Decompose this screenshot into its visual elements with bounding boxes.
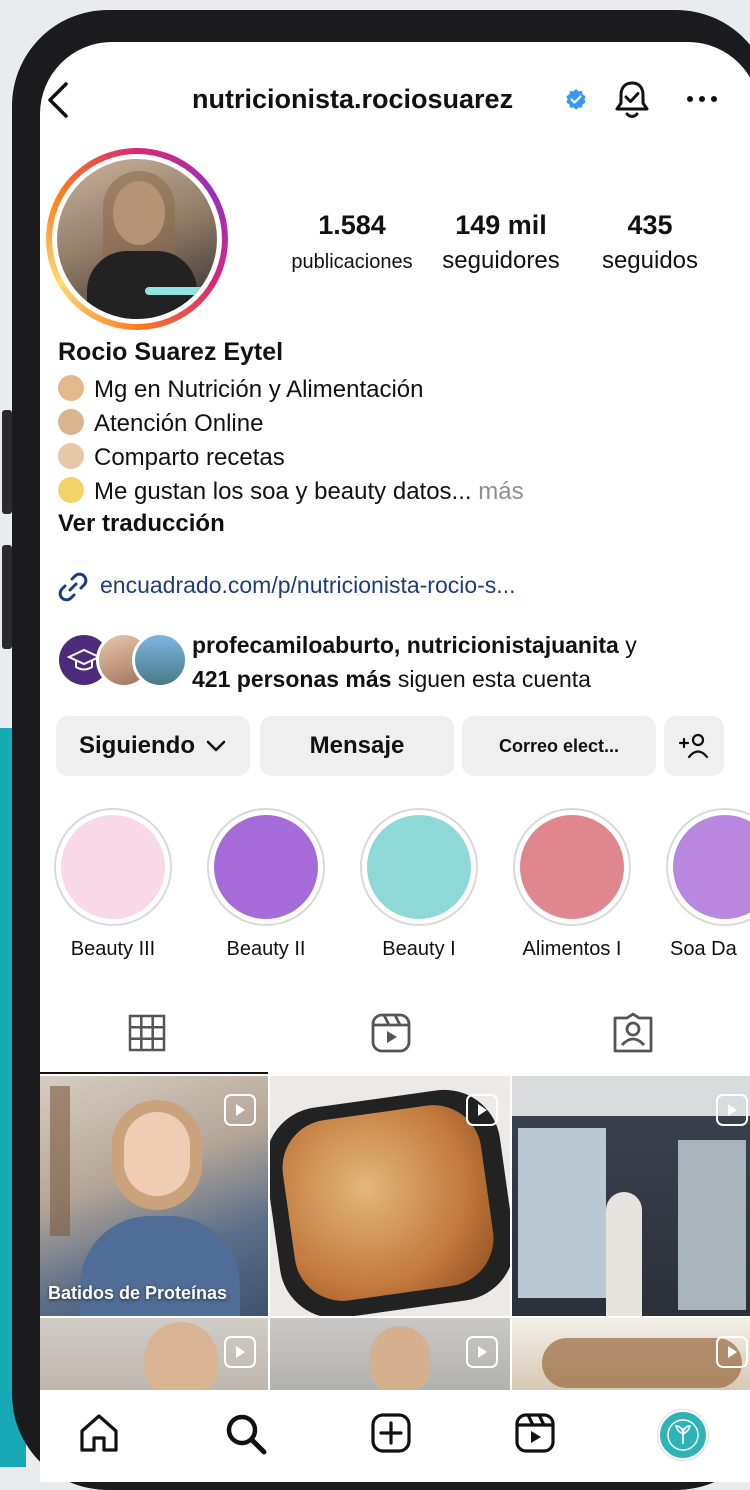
reel-icon xyxy=(716,1336,748,1368)
chevron-down-icon xyxy=(206,740,226,752)
grid-post[interactable] xyxy=(270,1318,510,1390)
posts-count: 1.584 xyxy=(318,210,386,240)
bio-line: Atención Online xyxy=(58,409,263,438)
highlight-label: Beauty III xyxy=(70,938,156,960)
highlight-cover xyxy=(673,815,750,919)
message-button[interactable]: Mensaje xyxy=(260,716,454,776)
bell-icon[interactable] xyxy=(612,78,652,122)
profile-screen: nutricionista.rociosuarez 1.584 publicac… xyxy=(40,42,750,1482)
nav-search[interactable] xyxy=(224,1412,268,1456)
following-label: seguidos xyxy=(601,247,699,274)
stat-following[interactable]: 435 seguidos xyxy=(588,210,712,275)
highlight-cover xyxy=(214,815,318,919)
see-translation-link[interactable]: Ver traducción xyxy=(58,510,225,538)
highlight-label: Soa Da xyxy=(670,938,737,960)
nav-create[interactable] xyxy=(370,1412,412,1454)
follower-avatar xyxy=(132,632,188,688)
highlight-item[interactable]: Soa Da xyxy=(666,808,750,961)
profile-name: Rocio Suarez Eytel xyxy=(58,338,284,366)
add-user-button[interactable] xyxy=(664,716,724,776)
leaf-logo-icon xyxy=(667,1419,699,1451)
search-icon xyxy=(226,1414,267,1455)
highlight-cover xyxy=(520,815,624,919)
followed-by-count: 421 personas más xyxy=(192,666,392,692)
phone-side-button xyxy=(2,410,12,514)
stat-followers[interactable]: 149 mil seguidores xyxy=(432,210,570,275)
highlight-item[interactable]: Alimentos I xyxy=(513,808,631,961)
followed-by-text[interactable]: profecamiloaburto, nutricionistajuanita … xyxy=(192,628,750,696)
grid-post[interactable] xyxy=(270,1076,510,1316)
back-icon[interactable] xyxy=(44,80,72,120)
grid-icon xyxy=(128,1014,166,1052)
avatar-photo xyxy=(57,159,217,319)
plus-square-icon xyxy=(371,1413,411,1453)
phone-side-button xyxy=(2,545,12,649)
nav-home[interactable] xyxy=(78,1412,120,1454)
following-button[interactable]: Siguiendo xyxy=(56,716,250,776)
reel-icon xyxy=(224,1094,256,1126)
grid-post[interactable] xyxy=(512,1076,750,1316)
cook-emoji-icon xyxy=(58,443,84,469)
laptop-emoji-icon xyxy=(58,409,84,435)
followed-by-names: profecamiloaburto, nutricionistajuanita xyxy=(192,632,619,658)
highlight-cover xyxy=(367,815,471,919)
bio-more-link[interactable]: más xyxy=(478,478,523,505)
grid-post[interactable] xyxy=(512,1318,750,1390)
bio-line: Comparto recetas xyxy=(58,443,285,472)
grid-post[interactable]: Batidos de Proteínas xyxy=(40,1076,268,1316)
highlight-cover xyxy=(61,815,165,919)
followers-label: seguidores xyxy=(442,247,560,274)
highlight-item[interactable]: Beauty I xyxy=(360,808,478,961)
highlight-item[interactable]: Beauty III xyxy=(54,808,172,961)
profile-link[interactable]: encuadrado.com/p/nutricionista-rocio-s..… xyxy=(100,572,515,599)
tab-tagged[interactable] xyxy=(612,1012,654,1054)
reel-icon xyxy=(466,1094,498,1126)
bio-line: Mg en Nutrición y Alimentación xyxy=(58,375,423,404)
more-horizontal-icon[interactable] xyxy=(686,94,718,104)
tagged-person-icon xyxy=(613,1012,653,1053)
stat-posts[interactable]: 1.584 publicaciones xyxy=(284,210,420,274)
lightbulb-emoji-icon xyxy=(58,477,84,503)
profile-avatar[interactable] xyxy=(46,148,228,330)
tab-grid[interactable] xyxy=(128,1014,166,1052)
bio-line: Me gustan los soa y beauty datos... más xyxy=(58,477,524,506)
posts-label: publicaciones xyxy=(291,251,413,273)
graduate-emoji-icon xyxy=(58,375,84,401)
reel-icon xyxy=(466,1336,498,1368)
reels-icon xyxy=(371,1013,411,1053)
profile-username: nutricionista.rociosuarez xyxy=(192,84,514,114)
email-button[interactable]: Correo elect... xyxy=(462,716,656,776)
reels-icon xyxy=(515,1413,555,1453)
post-caption: Batidos de Proteínas xyxy=(48,1283,228,1303)
link-icon xyxy=(56,570,90,604)
avatar-border xyxy=(52,154,222,324)
reel-icon xyxy=(716,1094,748,1126)
highlight-label: Beauty I xyxy=(382,938,456,960)
highlight-label: Alimentos I xyxy=(522,938,622,960)
following-count: 435 xyxy=(627,210,673,240)
add-user-icon xyxy=(679,733,709,759)
highlight-item[interactable]: Beauty II xyxy=(207,808,325,961)
bottom-navigation xyxy=(40,1390,750,1482)
tab-reels[interactable] xyxy=(370,1012,412,1054)
nav-reels[interactable] xyxy=(514,1412,556,1454)
grid-post[interactable] xyxy=(40,1318,268,1390)
active-tab-indicator xyxy=(40,1072,268,1074)
highlight-label: Beauty II xyxy=(226,938,306,960)
verified-badge-icon xyxy=(564,88,588,112)
reel-icon xyxy=(224,1336,256,1368)
followers-count: 149 mil xyxy=(455,210,547,240)
nav-profile-avatar[interactable] xyxy=(658,1410,708,1460)
home-icon xyxy=(80,1414,118,1452)
